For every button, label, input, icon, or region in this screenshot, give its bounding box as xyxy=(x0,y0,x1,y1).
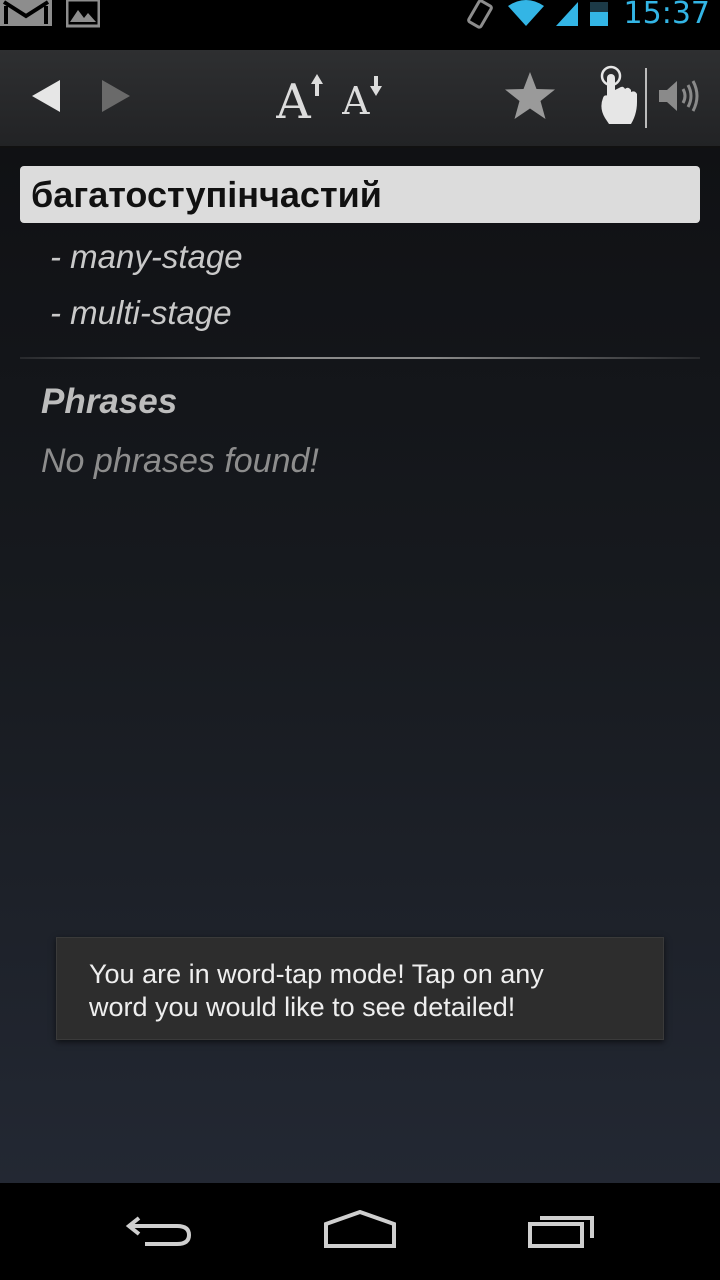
phrases-heading: Phrases xyxy=(41,382,178,421)
nav-home-button[interactable] xyxy=(290,1184,430,1280)
signal-icon xyxy=(554,0,580,35)
screen: 15:37 A A багатоступінчастий - many-stag… xyxy=(0,0,720,1280)
home-icon xyxy=(322,1209,398,1255)
headword[interactable]: багатоступінчастий xyxy=(20,166,700,223)
vibrate-icon xyxy=(464,0,498,35)
gallery-icon xyxy=(65,0,101,30)
word-tap-button[interactable] xyxy=(592,50,642,146)
section-divider xyxy=(20,357,700,359)
word-tap-toast: You are in word-tap mode! Tap on any wor… xyxy=(56,937,664,1040)
nav-back-button[interactable] xyxy=(90,1184,230,1280)
gmail-icon xyxy=(0,0,52,30)
navigation-bar xyxy=(0,1184,720,1280)
recent-apps-icon xyxy=(526,1210,598,1255)
font-increase-icon: A xyxy=(275,70,328,130)
favorite-star-icon xyxy=(503,70,557,127)
toast-line: You are in word-tap mode! Tap on any xyxy=(89,959,544,989)
no-phrases-message: No phrases found! xyxy=(41,442,319,480)
speaker-button[interactable] xyxy=(652,50,708,146)
forward-arrow-icon xyxy=(100,78,132,119)
wifi-icon xyxy=(506,0,546,35)
font-decrease-icon: A xyxy=(341,74,386,123)
status-bar: 15:37 xyxy=(0,0,720,50)
translation-item[interactable]: - many-stage xyxy=(50,238,243,276)
favorite-button[interactable] xyxy=(498,50,562,146)
back-icon xyxy=(125,1210,195,1255)
back-arrow-icon xyxy=(30,78,62,119)
font-decrease-button[interactable]: A xyxy=(338,50,390,146)
svg-text:A: A xyxy=(276,74,312,122)
forward-button[interactable] xyxy=(90,50,142,146)
toolbar-divider xyxy=(645,68,647,128)
translation-item[interactable]: - multi-stage xyxy=(50,294,232,332)
nav-recents-button[interactable] xyxy=(492,1184,632,1280)
word-tap-hand-icon xyxy=(595,64,639,133)
clock: 15:37 xyxy=(623,0,710,31)
back-button[interactable] xyxy=(20,50,72,146)
font-increase-button[interactable]: A xyxy=(272,50,332,146)
toolbar: A A xyxy=(0,50,720,148)
battery-icon xyxy=(588,0,610,35)
speaker-icon xyxy=(657,77,703,120)
toast-line: word you would like to see detailed! xyxy=(89,992,516,1022)
svg-text:A: A xyxy=(342,79,370,118)
